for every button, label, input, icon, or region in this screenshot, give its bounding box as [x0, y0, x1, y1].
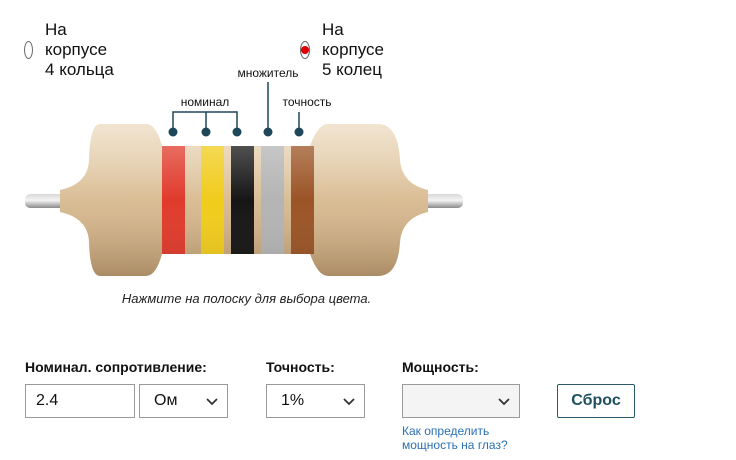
radio-4-bands-circle[interactable]: [24, 41, 34, 59]
tolerance-select[interactable]: 1%: [266, 384, 365, 418]
multiplier-marker: [263, 127, 273, 137]
chevron-down-icon: [206, 398, 218, 406]
band-1-marker: [168, 127, 178, 137]
unit-value: Ом: [154, 392, 178, 409]
power-help-link[interactable]: Как определить мощность на глаз?: [402, 424, 542, 452]
tolerance-field-label: Точность:: [266, 359, 335, 375]
power-select[interactable]: [402, 384, 520, 418]
reset-button[interactable]: Сброс: [557, 384, 635, 418]
radio-5-bands-circle[interactable]: [300, 41, 310, 59]
power-label: Мощность:: [402, 359, 479, 375]
multiplier-label: множитель: [237, 66, 298, 80]
tolerance-marker: [294, 127, 304, 137]
chevron-down-icon: [343, 398, 355, 406]
band-2-marker: [201, 127, 211, 137]
tolerance-value: 1%: [281, 392, 305, 409]
resistance-value: 2.4: [36, 392, 59, 409]
unit-select[interactable]: Ом: [139, 384, 228, 418]
band-click-hint: Нажмите на полоску для выбора цвета.: [121, 291, 372, 306]
nominal-label: номинал: [181, 95, 230, 109]
radio-selected-dot: [301, 46, 309, 54]
resistance-label: Номинал. сопротивление:: [25, 359, 207, 375]
tolerance-label: точность: [282, 95, 331, 109]
resistance-input[interactable]: 2.4: [25, 384, 135, 418]
resistor-shine: [60, 124, 428, 276]
chevron-down-icon: [498, 398, 510, 406]
resistor-diagram: номинал множитель точность: [25, 66, 463, 276]
band-3-marker: [232, 127, 242, 137]
